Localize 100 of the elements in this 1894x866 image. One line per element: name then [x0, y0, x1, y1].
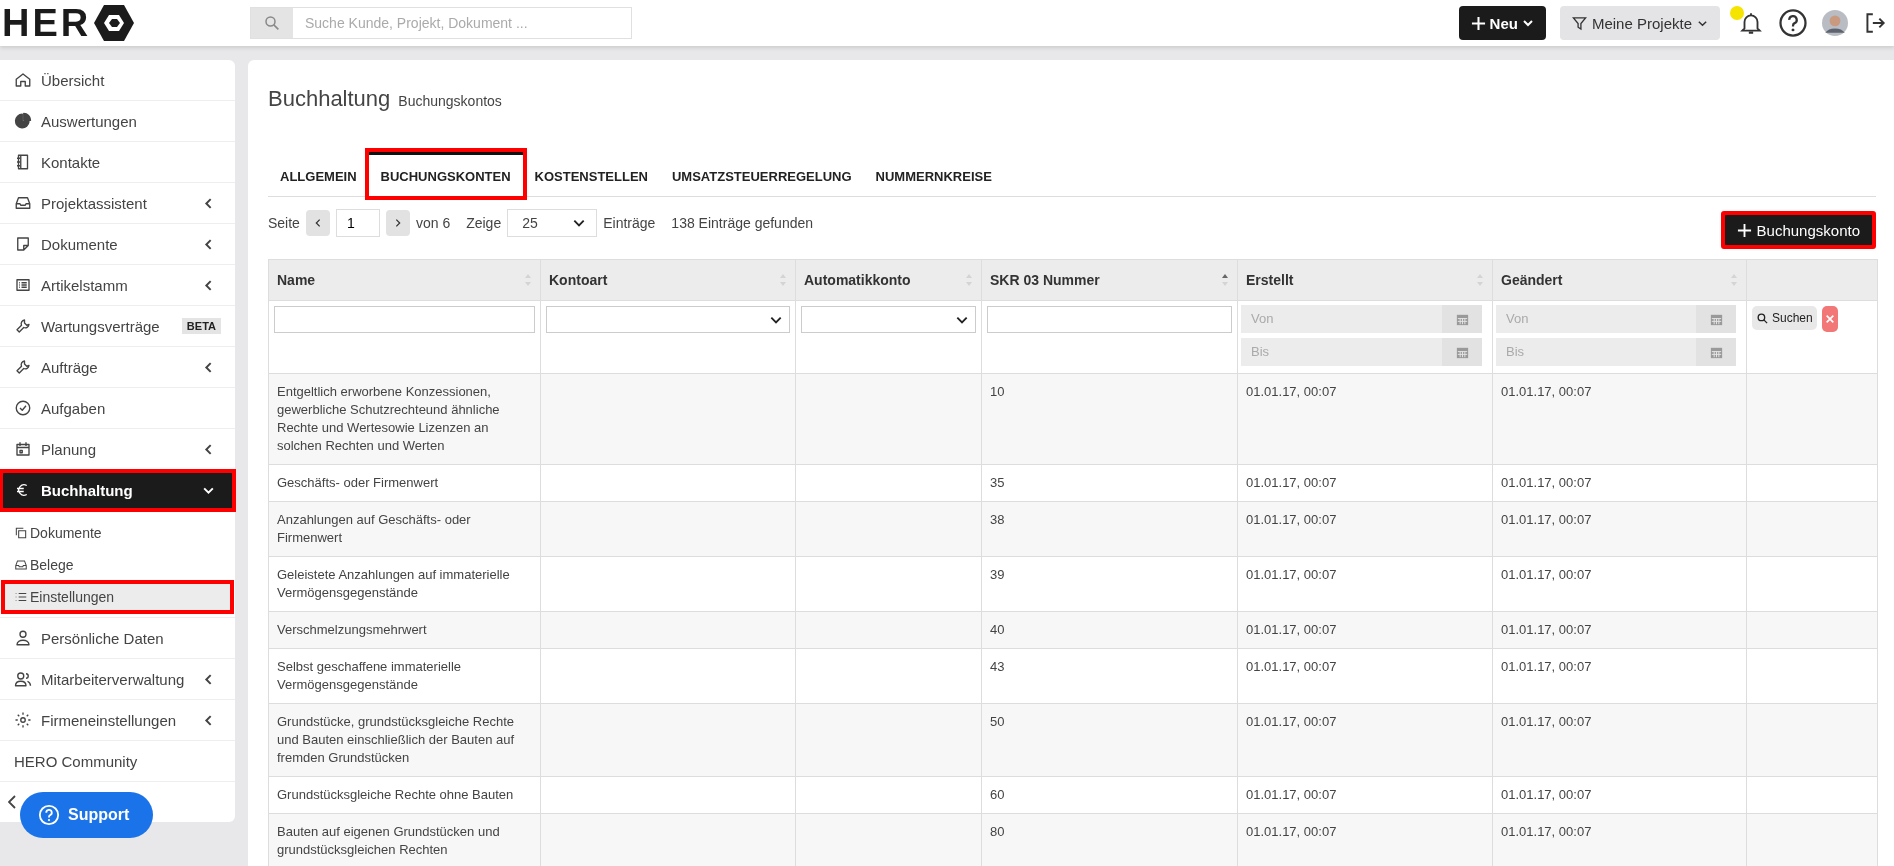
wrench-icon	[14, 317, 32, 335]
table-cell: 39	[990, 567, 1005, 582]
calendar-button[interactable]	[1696, 338, 1736, 366]
table-cell: 80	[990, 824, 1005, 839]
table-cell: 01.01.17, 00:07	[1246, 567, 1337, 582]
table-cell: 01.01.17, 00:07	[1501, 384, 1592, 399]
column-header[interactable]: Kontoart	[541, 260, 796, 300]
table-cell: 01.01.17, 00:07	[1501, 714, 1592, 729]
table-cell: 01.01.17, 00:07	[1501, 622, 1592, 637]
account-type-select[interactable]	[546, 306, 790, 333]
search-button[interactable]: Suchen	[1752, 306, 1817, 330]
copy-icon	[14, 526, 28, 540]
search-bar[interactable]: Suche Kunde, Projekt, Dokument ...	[250, 7, 632, 39]
page-number-field[interactable]: 1	[335, 209, 380, 237]
table-cell: 01.01.17, 00:07	[1501, 824, 1592, 839]
sidebar-item[interactable]: Firmeneinstellungen	[0, 700, 235, 741]
support-button[interactable]: Support	[20, 792, 154, 838]
table-cell: 01.01.17, 00:07	[1246, 622, 1337, 637]
tab[interactable]: KOSTENSTELLEN	[522, 152, 660, 196]
table-cell: 01.01.17, 00:07	[1501, 475, 1592, 490]
sidebar-item[interactable]: Projektassistent	[0, 183, 235, 224]
table-cell: 01.01.17, 00:07	[1501, 512, 1592, 527]
sidebar-item[interactable]: Übersicht	[0, 60, 235, 101]
table-cell: 35	[990, 475, 1005, 490]
logo-hexagon-icon	[93, 5, 136, 41]
sidebar-item[interactable]: Aufgaben	[0, 388, 235, 429]
table-cell: 40	[990, 622, 1005, 637]
number-filter-field[interactable]	[987, 306, 1232, 333]
person-icon	[14, 629, 32, 647]
tab[interactable]: ALLGEMEIN	[268, 152, 369, 196]
table-cell: 01.01.17, 00:07	[1501, 787, 1592, 802]
table-cell: 01.01.17, 00:07	[1501, 659, 1592, 674]
new-button[interactable]: Neu	[1458, 6, 1546, 40]
show-label: Zeige	[466, 215, 502, 231]
column-header[interactable]: Erstellt	[1238, 260, 1493, 300]
search-icon	[263, 14, 281, 32]
sidebar-item[interactable]: Persönliche Daten	[0, 618, 235, 659]
submenu-item[interactable]: Einstellungen	[2, 581, 233, 613]
search-button[interactable]	[251, 8, 293, 38]
table-cell: 01.01.17, 00:07	[1246, 659, 1337, 674]
sidebar-item[interactable]: Artikelstamm	[0, 265, 235, 306]
table-cell: 01.01.17, 00:07	[1246, 512, 1337, 527]
tab[interactable]: UMSATZSTEUERREGELUNG	[659, 152, 864, 196]
bell-icon[interactable]	[1738, 10, 1764, 36]
column-header[interactable]: Name	[269, 260, 541, 300]
automatic-account-select[interactable]	[801, 306, 976, 333]
table-cell: 01.01.17, 00:07	[1246, 824, 1337, 839]
table-cell: Verschmelzungsmehrwert	[277, 622, 427, 637]
calendar-button[interactable]	[1442, 305, 1482, 333]
note-icon	[14, 235, 32, 253]
column-header[interactable]: SKR 03 Nummer	[982, 260, 1238, 300]
sidebar-item[interactable]: Dokumente	[0, 224, 235, 265]
home-icon	[14, 71, 32, 89]
close-icon	[1824, 314, 1835, 324]
filter-icon	[1571, 15, 1587, 31]
list-icon	[14, 276, 32, 294]
table-cell: 38	[990, 512, 1005, 527]
submenu-item[interactable]: Dokumente	[2, 517, 233, 549]
next-page-button[interactable]	[385, 210, 410, 236]
calendar-icon	[14, 440, 32, 458]
plus-icon	[1470, 15, 1486, 31]
calendar-button[interactable]	[1442, 338, 1482, 366]
table-cell: 60	[990, 787, 1005, 802]
entries-label: Einträge	[603, 215, 656, 231]
column-header[interactable]: Geändert	[1493, 260, 1747, 300]
submenu-item[interactable]: Belege	[2, 549, 233, 581]
sidebar-item[interactable]: Aufträge	[0, 347, 235, 388]
pie-chart-icon	[14, 112, 32, 130]
caret-icon	[1521, 17, 1534, 29]
sidebar-item[interactable]: Buchhaltung	[0, 470, 235, 511]
per-page-select[interactable]: 25	[507, 209, 598, 237]
sidebar-item[interactable]: Wartungsverträge BETA	[0, 306, 235, 347]
table-cell: Anzahlungen auf Geschäfts- oder Firmenwert	[277, 512, 471, 545]
entries-found: 138 Einträge gefunden	[671, 215, 814, 231]
table-cell: 10	[990, 384, 1005, 399]
clear-filter-button[interactable]	[1821, 306, 1838, 332]
help-icon[interactable]	[1778, 8, 1808, 38]
sidebar-item[interactable]: Auswertungen	[0, 101, 235, 142]
sidebar-item[interactable]: HERO Community	[0, 741, 235, 782]
table-cell: Selbst geschaffene immaterielle Vermögensgegenstände	[277, 659, 462, 692]
chevron-left-icon[interactable]	[8, 795, 16, 809]
sidebar-item[interactable]: Mitarbeiterverwaltung	[0, 659, 235, 700]
table-cell: 50	[990, 714, 1005, 729]
table-cell: 01.01.17, 00:07	[1246, 384, 1337, 399]
table-cell: Geschäfts- oder Firmenwert	[277, 475, 439, 490]
search-icon	[1756, 311, 1769, 325]
plus-icon	[1736, 222, 1752, 238]
table-cell: 01.01.17, 00:07	[1246, 475, 1337, 490]
page-count: von 6	[415, 215, 451, 231]
previous-page-button[interactable]	[305, 210, 330, 236]
avatar-icon[interactable]	[1822, 10, 1848, 36]
add-account-button[interactable]: Buchungskonto	[1720, 211, 1876, 249]
calendar-button[interactable]	[1696, 305, 1736, 333]
projects-filter-button[interactable]: Meine Projekte	[1559, 6, 1720, 40]
tab[interactable]: NUMMERNKREISE	[863, 152, 1004, 196]
sidebar-item[interactable]: Kontakte	[0, 142, 235, 183]
people-icon	[14, 670, 32, 688]
name-filter-field[interactable]	[274, 306, 535, 333]
page-subtitle: Buchungskontos	[398, 93, 502, 109]
column-header[interactable]: Automatikkonto	[796, 260, 982, 300]
